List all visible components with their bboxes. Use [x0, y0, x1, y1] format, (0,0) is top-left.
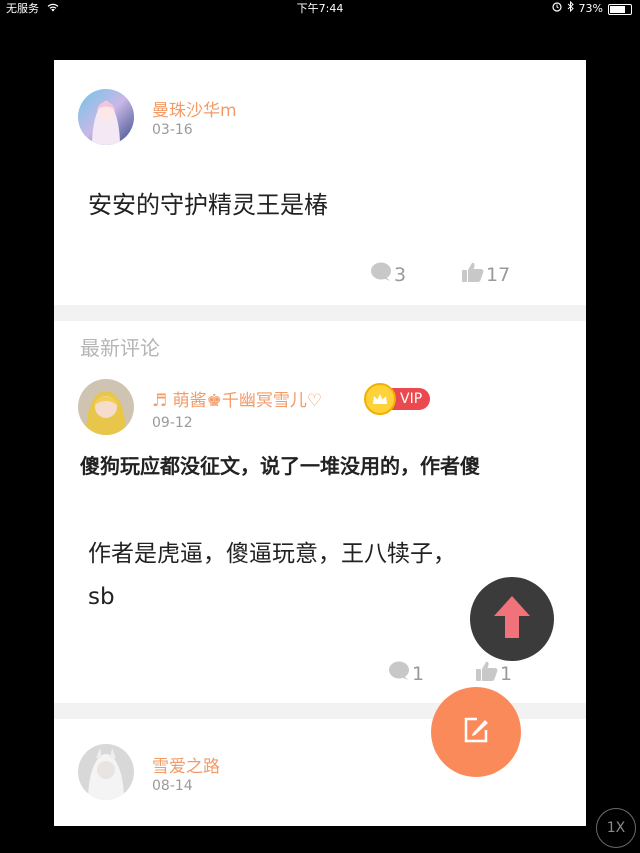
like-icon: [462, 262, 484, 287]
post-like-button[interactable]: 17: [462, 262, 510, 287]
comment-date: 08-14: [152, 778, 193, 794]
comment-author-avatar[interactable]: [78, 744, 134, 800]
scroll-to-top-button[interactable]: [470, 577, 554, 661]
comment-headline: 傻狗玩应都没征文，说了一堆没用的，作者傻: [80, 454, 480, 478]
comment-author-name[interactable]: 雪爱之路: [152, 752, 220, 777]
post-like-count: 17: [486, 263, 511, 286]
status-time: 下午7:44: [296, 2, 344, 15]
post-date: 03-16: [152, 122, 193, 138]
comment-reply-count: 1: [412, 662, 425, 685]
comment-author-name[interactable]: ♬ 萌酱♚千幽冥雪儿♡: [152, 386, 322, 411]
post-comment-count: 3: [394, 263, 407, 286]
like-icon: [476, 661, 498, 686]
edit-icon: [461, 715, 491, 749]
post-author-name[interactable]: 曼珠沙华m: [152, 96, 237, 121]
battery-icon: [608, 3, 632, 15]
bluetooth-icon: [567, 0, 574, 18]
comment-icon: [388, 661, 410, 686]
post-author-avatar[interactable]: [78, 89, 134, 145]
comment-like-count: 1: [500, 662, 513, 685]
write-comment-button[interactable]: [431, 687, 521, 777]
comment-content-line1: 作者是虎逼，傻逼玩意，王八犊子，: [88, 541, 456, 567]
alarm-icon: [551, 0, 562, 18]
post-comment-button[interactable]: 3: [370, 262, 406, 287]
post-content: 安安的守护精灵王是椿: [88, 191, 328, 219]
crown-icon: [364, 383, 396, 415]
vip-badge: VIP: [364, 383, 431, 415]
battery-percent: 73%: [578, 2, 603, 15]
comment-reply-button[interactable]: 1: [388, 661, 424, 686]
status-right: 73%: [551, 0, 632, 18]
zoom-toggle-button[interactable]: 1X: [596, 808, 636, 848]
vip-label: VIP: [390, 388, 431, 410]
comment-content-line2: sb: [88, 584, 115, 610]
comment-date: 09-12: [152, 415, 193, 431]
latest-comments-title: 最新评论: [80, 336, 160, 360]
section-divider: [54, 305, 586, 321]
arrow-up-icon: [492, 594, 532, 644]
comment-like-button[interactable]: 1: [476, 661, 512, 686]
comment-author-avatar[interactable]: [78, 379, 134, 435]
comment-icon: [370, 262, 392, 287]
status-bar: 无服务 下午7:44 73%: [0, 0, 640, 18]
